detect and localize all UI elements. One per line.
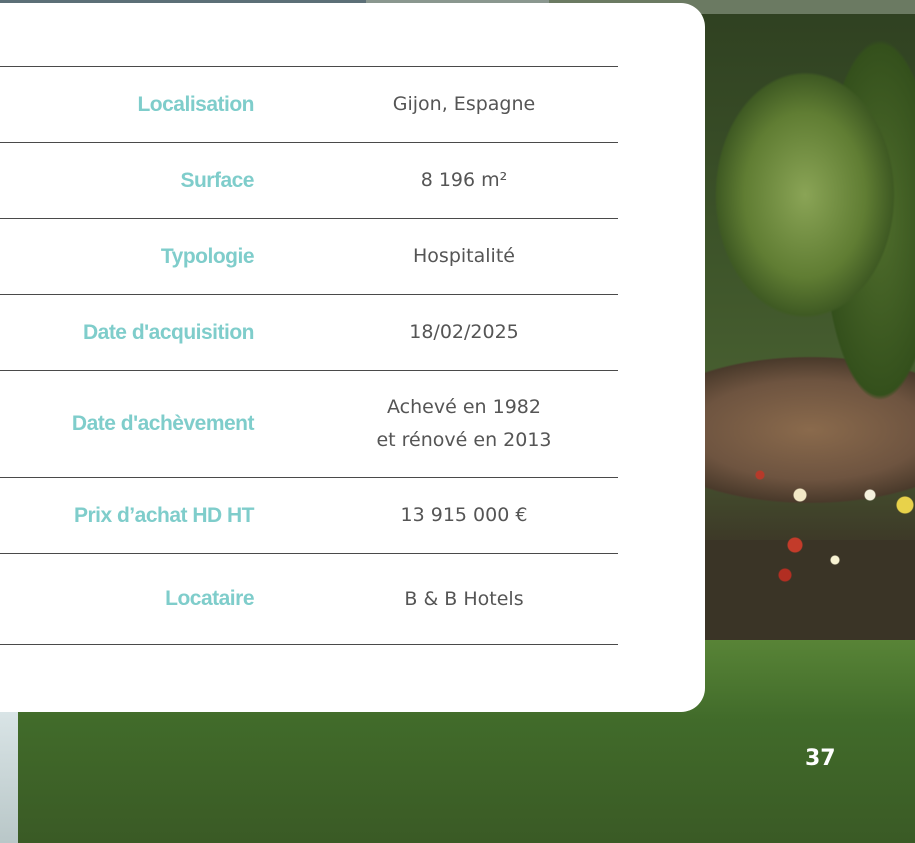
row-surface: Surface 8 196 m² <box>0 143 618 219</box>
row-locataire: Locataire B & B Hotels <box>0 554 618 645</box>
value-date-achevement-line1: Achevé en 1982 <box>387 396 541 418</box>
value-typologie-text: Hospitalité <box>413 245 515 267</box>
label-typologie: Typologie <box>160 244 255 268</box>
value-surface-text: 8 196 m² <box>420 169 508 191</box>
value-typologie: Hospitalité <box>254 240 618 273</box>
row-typologie: Typologie Hospitalité <box>0 219 618 295</box>
label-date-achevement: Date d'achèvement <box>71 412 255 435</box>
value-date-acquisition: 18/02/2025 <box>254 316 618 349</box>
value-prix-achat: 13 915 000 € <box>254 499 618 532</box>
row-date-acquisition: Date d'acquisition 18/02/2025 <box>0 295 618 371</box>
label-prix-achat: Prix d’achat HD HT <box>73 503 255 527</box>
label-localisation: Localisation <box>137 92 254 116</box>
row-prix-achat: Prix d’achat HD HT 13 915 000 € <box>0 478 618 554</box>
background-left-pale-strip <box>0 712 18 843</box>
row-localisation: Localisation Gijon, Espagne <box>0 67 618 143</box>
value-prix-achat-text: 13 915 000 € <box>400 504 528 526</box>
value-date-achevement: Achevé en 1982 et rénové en 2013 <box>254 391 618 457</box>
value-surface: 8 196 m² <box>254 164 618 197</box>
value-locataire-text: B & B Hotels <box>404 587 524 610</box>
value-date-achevement-line2: et rénové en 2013 <box>376 429 552 451</box>
value-localisation-text: Gijon, Espagne <box>392 93 536 115</box>
property-details-table: Localisation Gijon, Espagne Surface 8 19… <box>0 66 618 645</box>
value-date-acquisition-text: 18/02/2025 <box>409 321 519 343</box>
value-locataire: B & B Hotels <box>254 583 618 616</box>
page-number: 37 <box>805 746 836 771</box>
value-localisation: Gijon, Espagne <box>254 88 618 121</box>
label-date-acquisition: Date d'acquisition <box>82 320 255 344</box>
label-locataire: Locataire <box>165 587 254 610</box>
property-details-card: Localisation Gijon, Espagne Surface 8 19… <box>0 3 705 712</box>
label-surface: Surface <box>180 168 254 192</box>
row-date-achevement: Date d'achèvement Achevé en 1982 et réno… <box>0 371 618 478</box>
